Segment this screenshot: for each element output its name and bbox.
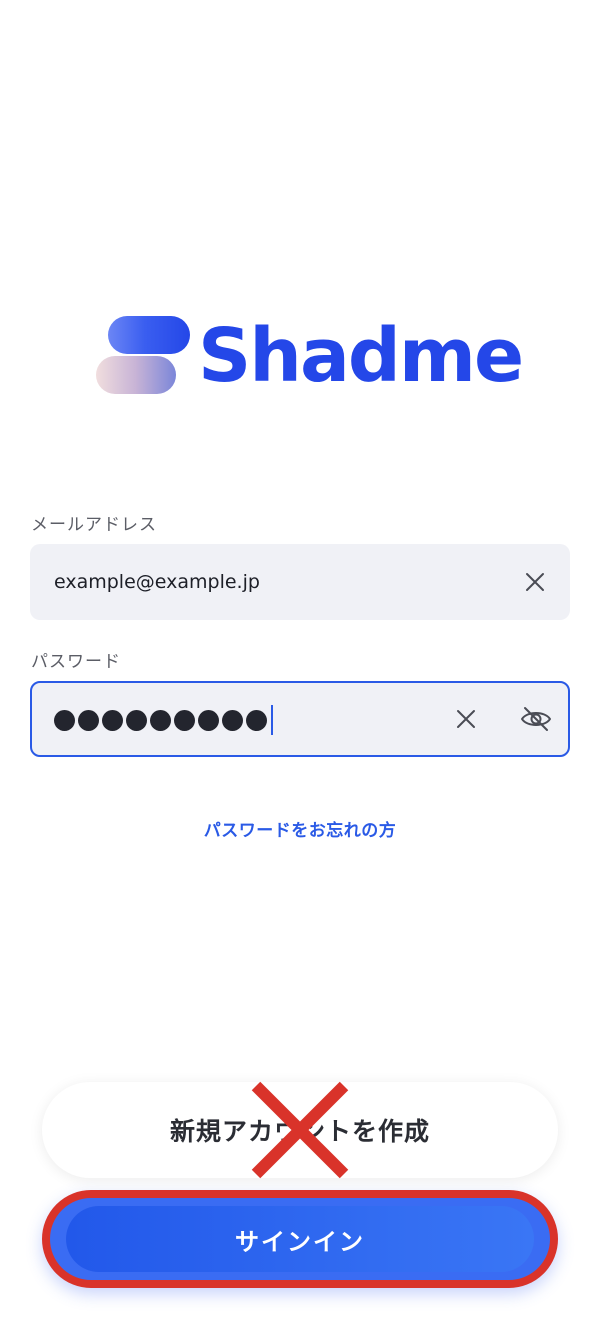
brand-logo: Shadme <box>94 313 524 399</box>
close-icon <box>457 710 475 728</box>
password-mask <box>54 684 270 756</box>
password-field[interactable] <box>30 681 570 757</box>
clear-email-button[interactable] <box>517 564 553 600</box>
password-dot <box>198 709 219 731</box>
password-dot <box>150 709 171 731</box>
password-dot <box>174 709 195 731</box>
email-value[interactable]: example@example.jp <box>54 544 260 620</box>
password-dot <box>222 709 243 731</box>
brand-logo-mark <box>94 314 194 398</box>
email-label: メールアドレス <box>31 515 157 535</box>
password-dot <box>78 709 99 731</box>
password-dot <box>246 709 267 731</box>
brand-logo-text: Shadme <box>198 313 524 399</box>
eye-off-icon <box>521 707 551 731</box>
password-dot <box>102 709 123 731</box>
login-screen: Shadme メールアドレス example@example.jp パスワード <box>0 0 600 1328</box>
text-caret <box>271 704 273 735</box>
clear-password-button[interactable] <box>448 701 484 737</box>
signin-button[interactable]: サインイン <box>66 1206 534 1272</box>
cross-mark-annotation <box>251 1081 349 1179</box>
email-field[interactable]: example@example.jp <box>30 544 570 620</box>
password-dot <box>54 709 75 731</box>
password-dot <box>126 709 147 731</box>
password-label: パスワード <box>31 652 121 672</box>
forgot-password-link[interactable]: パスワードをお忘れの方 <box>0 816 600 841</box>
password-value[interactable] <box>54 683 273 756</box>
toggle-password-visibility-button[interactable] <box>518 701 554 737</box>
close-icon <box>526 573 544 591</box>
